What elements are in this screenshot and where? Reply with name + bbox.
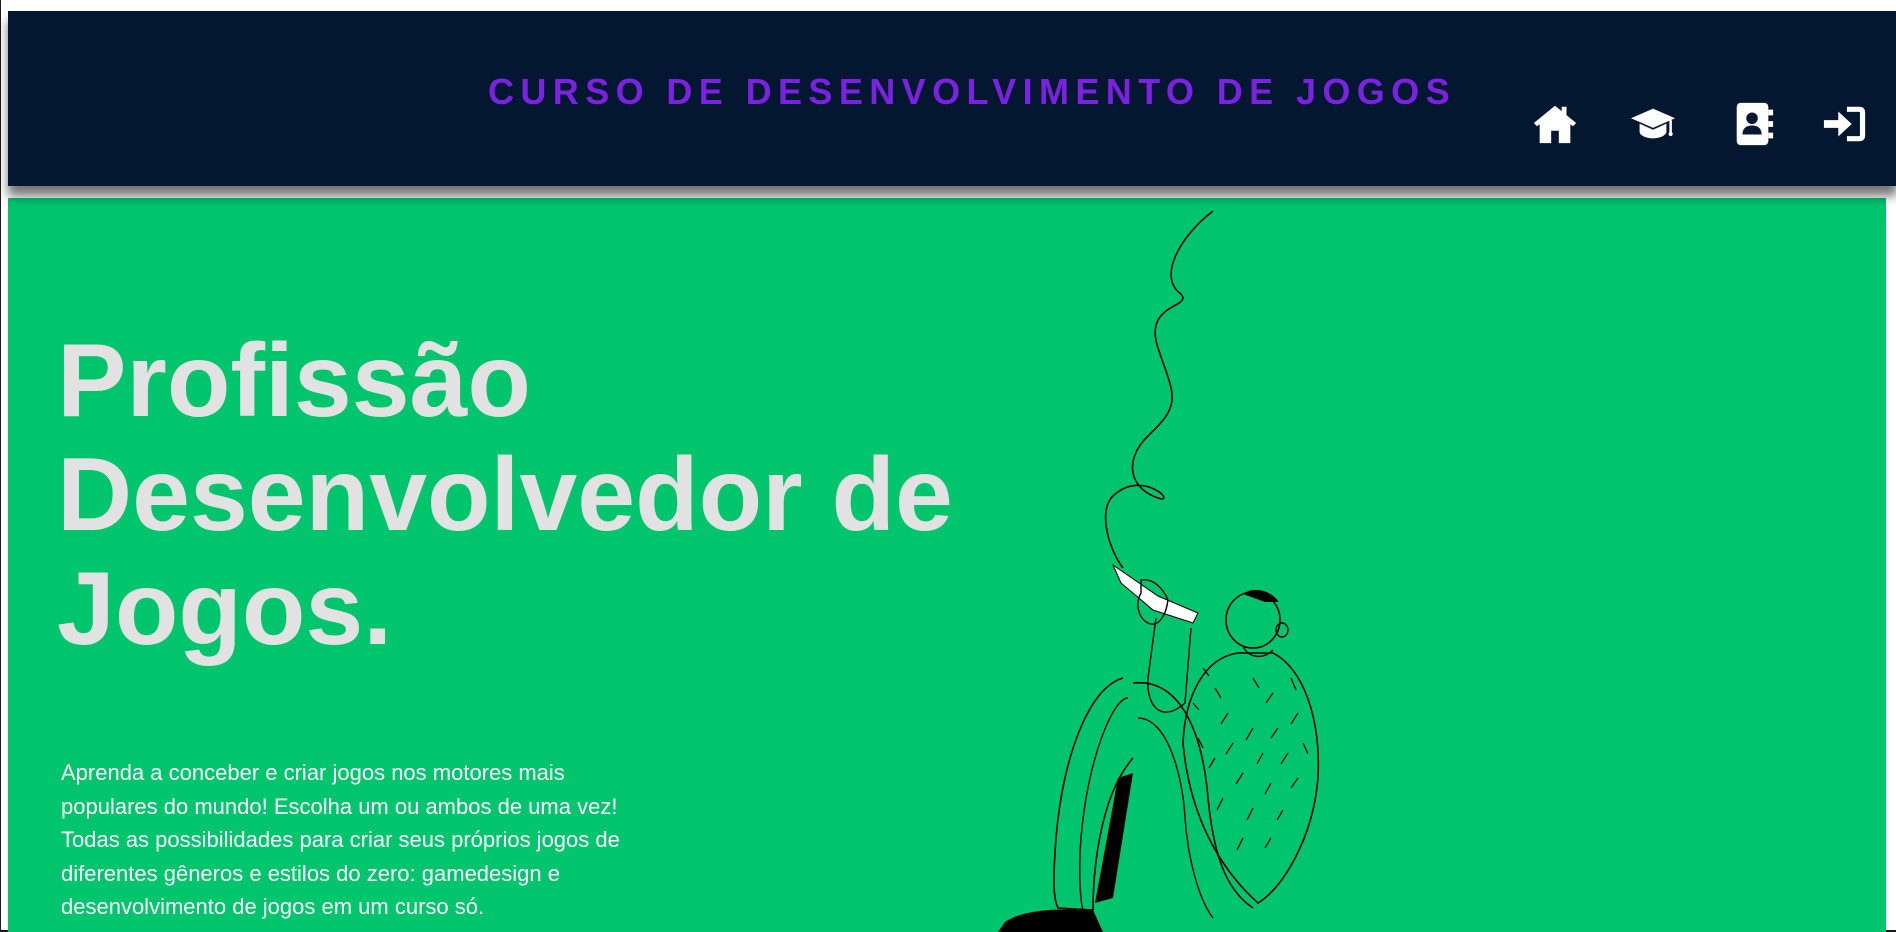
nav-login-icon[interactable] (1820, 99, 1870, 149)
nav-courses-icon[interactable] (1628, 99, 1678, 149)
graduation-cap-icon (1630, 108, 1676, 139)
contact-book-icon (1736, 102, 1774, 146)
sign-in-icon (1823, 106, 1866, 142)
nav-home-icon[interactable] (1530, 99, 1580, 149)
hero-title-line: Profissão (57, 323, 531, 439)
hero-description: Aprenda a conceber e criar jogos nos mot… (61, 760, 620, 919)
hero-title: Profissão Desenvolvedor de Jogos. (57, 324, 1017, 666)
home-icon (1533, 105, 1577, 144)
hero-title-line: Desenvolvedor de (57, 437, 953, 553)
hero-title-line: Jogos. (57, 551, 393, 667)
nav-contacts-icon[interactable] (1728, 99, 1778, 149)
site-header: CURSO DE DESENVOLVIMENTO DE JOGOS (8, 11, 1896, 186)
hero-section: Profissão Desenvolvedor de Jogos. Aprend… (8, 198, 1886, 932)
site-title: CURSO DE DESENVOLVIMENTO DE JOGOS (488, 71, 1456, 112)
page-frame: CURSO DE DESENVOLVIMENTO DE JOGOS Profis… (0, 0, 1896, 932)
person-drawing-illustration (998, 210, 1320, 932)
